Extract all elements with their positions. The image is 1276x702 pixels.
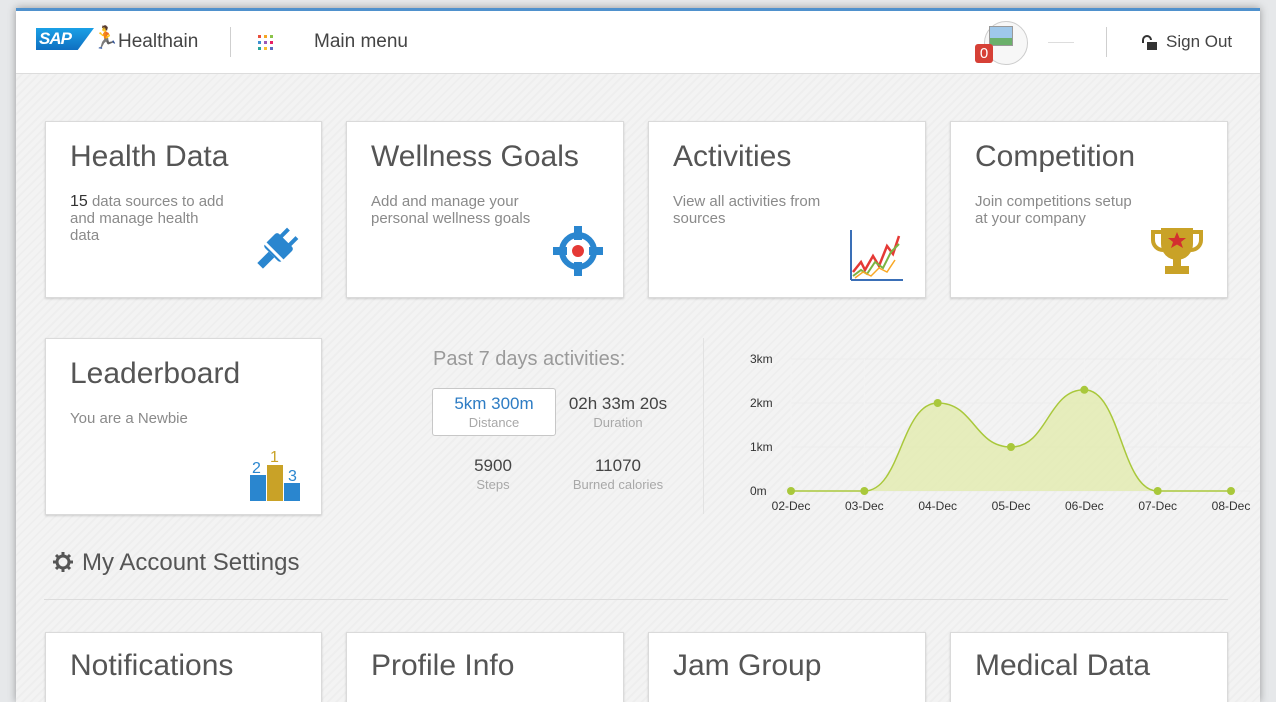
data-point xyxy=(1007,443,1015,451)
tile-wellness-goals[interactable]: Wellness Goals Add and manage your perso… xyxy=(346,121,624,298)
grid-dot xyxy=(270,41,273,44)
tile-desc-text: data sources to add and manage health da… xyxy=(70,193,224,244)
stat-calories[interactable]: 11070 Burned calories xyxy=(557,456,679,492)
stat-value: 11070 xyxy=(594,456,641,475)
top-header: SAP 🏃 Healthain Main menu 0 Sign Out xyxy=(16,11,1260,74)
tile-description: Join competitions setup at your company xyxy=(975,193,1132,227)
podium-icon: 2 1 3 xyxy=(250,449,300,501)
tile-notifications[interactable]: Notifications xyxy=(45,632,322,702)
header-line xyxy=(1048,42,1074,43)
target-icon xyxy=(553,226,603,276)
grid-dot xyxy=(258,35,261,38)
gear-icon xyxy=(53,552,73,572)
stat-value: 5900 xyxy=(474,456,512,475)
y-tick-label: 0m xyxy=(750,484,767,498)
main-menu-link[interactable]: Main menu xyxy=(314,31,408,53)
tile-description: 15 data sources to add and manage health… xyxy=(70,193,230,244)
apps-grid-icon[interactable] xyxy=(258,35,273,50)
tile-title: Profile Info xyxy=(371,649,515,682)
data-point xyxy=(860,487,869,495)
runner-icon: 🏃 xyxy=(92,25,120,50)
tile-leaderboard[interactable]: Leaderboard You are a Newbie 2 1 3 xyxy=(45,338,322,515)
stat-label: Steps xyxy=(476,477,510,492)
x-tick-label: 08-Dec xyxy=(1212,499,1251,513)
tile-title: Leaderboard xyxy=(70,357,241,390)
x-tick-label: 03-Dec xyxy=(845,499,884,513)
x-tick-label: 04-Dec xyxy=(918,499,957,513)
tile-description: You are a Newbie xyxy=(70,410,188,427)
data-source-count: 15 xyxy=(70,193,88,210)
tile-title: Medical Data xyxy=(975,649,1151,682)
tile-competition[interactable]: Competition Join competitions setup at y… xyxy=(950,121,1228,298)
y-tick-label: 1km xyxy=(750,440,773,454)
unlock-icon[interactable] xyxy=(1140,35,1158,51)
tile-title: Notifications xyxy=(70,649,234,682)
app-name[interactable]: Healthain xyxy=(118,31,198,53)
trend-chart-icon xyxy=(850,230,903,281)
tile-title: Wellness Goals xyxy=(371,140,579,173)
tile-title: Health Data xyxy=(70,140,229,173)
stat-distance[interactable]: 5km 300m Distance xyxy=(432,388,556,436)
stat-label: Distance xyxy=(468,415,520,430)
avatar-image xyxy=(989,26,1013,46)
stat-value: 5km 300m xyxy=(454,394,534,413)
grid-dot xyxy=(264,35,267,38)
tile-title: Activities xyxy=(673,140,792,173)
data-point xyxy=(1153,487,1162,495)
tile-profile-info[interactable]: Profile Info xyxy=(346,632,624,702)
trophy-icon xyxy=(1151,228,1203,274)
account-settings-row[interactable]: My Account Settings xyxy=(52,549,299,577)
stat-duration[interactable]: 02h 33m 20s Duration xyxy=(557,394,679,430)
x-tick-label: 06-Dec xyxy=(1065,499,1104,513)
y-tick-label: 3km xyxy=(750,352,773,366)
x-tick-label: 05-Dec xyxy=(992,499,1031,513)
tile-activities[interactable]: Activities View all activities from sour… xyxy=(648,121,926,298)
data-point xyxy=(1080,385,1089,394)
tile-medical-data[interactable]: Medical Data xyxy=(950,632,1228,702)
sap-logo: SAP xyxy=(36,28,94,50)
activity-chart: 0m 1km 2km 3km 02-Dec 03-Dec 04-Dec 05-Dec 06-De… xyxy=(750,352,1251,513)
y-tick-label: 2km xyxy=(750,396,773,410)
plug-icon xyxy=(250,227,300,278)
stats-title: Past 7 days activities: xyxy=(433,348,626,370)
grid-dot xyxy=(264,47,267,50)
stat-value: 02h 33m 20s xyxy=(568,394,668,413)
stat-label: Burned calories xyxy=(572,477,664,492)
chart-divider xyxy=(703,338,704,514)
section-divider xyxy=(44,599,1228,600)
header-divider xyxy=(1106,27,1107,57)
grid-dot xyxy=(258,47,261,50)
data-point xyxy=(787,487,795,495)
grid-dot xyxy=(264,41,267,44)
sign-out-link[interactable]: Sign Out xyxy=(1166,32,1232,52)
podium-label-3: 3 xyxy=(288,468,297,485)
podium-label-1: 1 xyxy=(270,449,279,466)
data-point xyxy=(933,399,942,407)
x-tick-label: 07-Dec xyxy=(1138,499,1177,513)
tile-jam-group[interactable]: Jam Group xyxy=(648,632,926,702)
tile-title: Jam Group xyxy=(673,649,822,682)
grid-dot xyxy=(270,35,273,38)
tile-title: Competition xyxy=(975,140,1136,173)
data-point xyxy=(1227,487,1235,495)
grid-dot xyxy=(270,47,273,50)
stat-steps[interactable]: 5900 Steps xyxy=(432,456,554,492)
tile-health-data[interactable]: Health Data 15 data sources to add and m… xyxy=(45,121,322,298)
podium-label-2: 2 xyxy=(252,460,261,477)
app-frame: SAP 🏃 Healthain Main menu 0 Sign Out Hea… xyxy=(16,8,1260,702)
notification-badge[interactable]: 0 xyxy=(975,44,993,63)
tile-description: Add and manage your personal wellness go… xyxy=(371,193,531,227)
x-tick-label: 02-Dec xyxy=(772,499,811,513)
tile-description: View all activities from sources xyxy=(673,193,821,227)
stat-label: Duration xyxy=(593,415,643,430)
account-settings-label: My Account Settings xyxy=(82,549,300,576)
header-divider xyxy=(230,27,231,57)
grid-dot xyxy=(258,41,261,44)
